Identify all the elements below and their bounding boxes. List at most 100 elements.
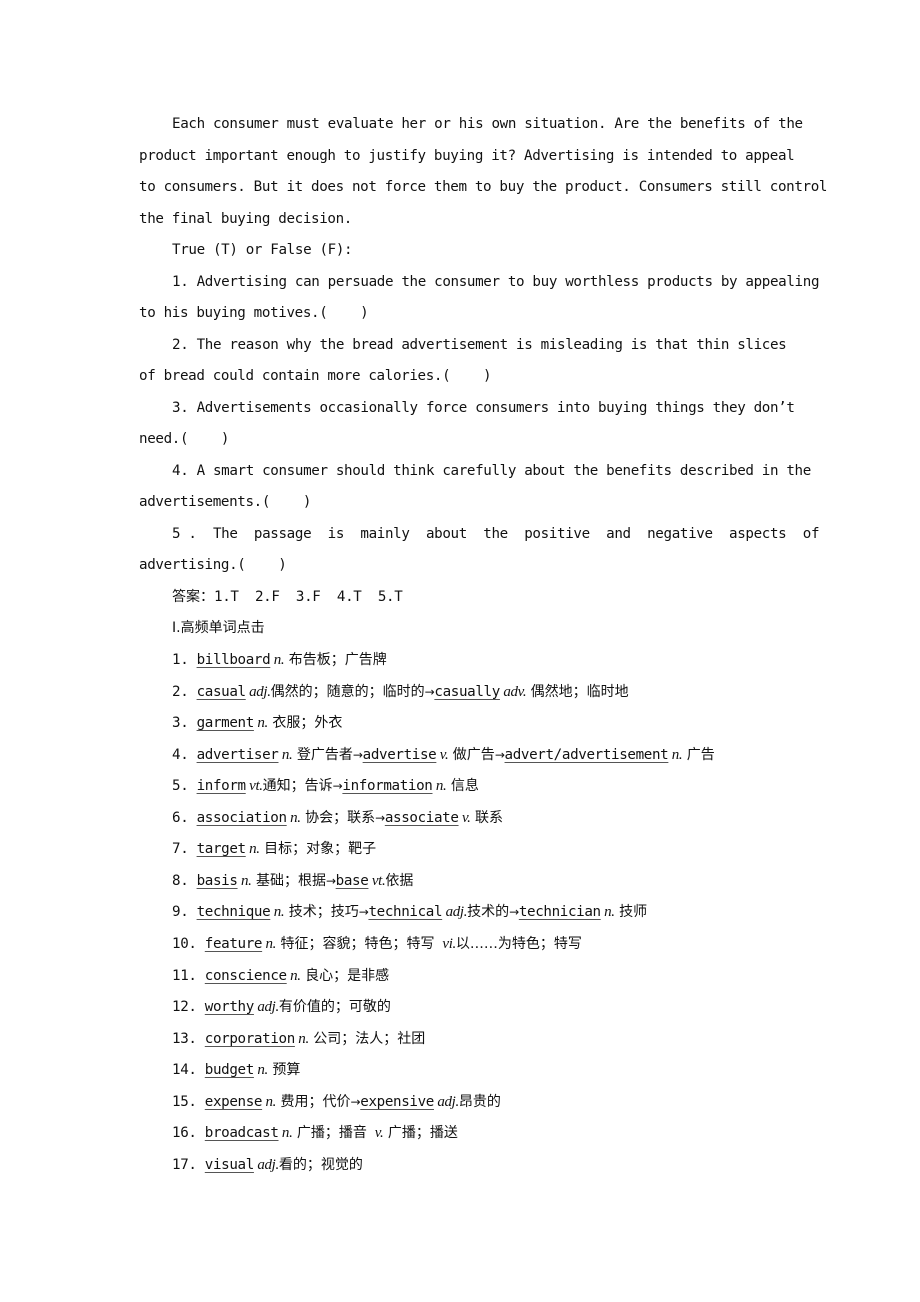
- vocab-number: 3.: [172, 715, 197, 732]
- meaning: 广播；播音: [292, 1125, 372, 1142]
- part-of-speech: adj.: [433, 1093, 459, 1110]
- arrow-icon: →: [350, 1094, 361, 1109]
- answer-values: 1.T 2.F 3.F 4.T 5.T: [214, 589, 403, 605]
- meaning: 有价值的；可敬的: [278, 999, 391, 1016]
- meaning: 费用；代价: [276, 1093, 351, 1110]
- vocab-word: budget: [204, 1062, 255, 1079]
- meaning: 联系: [470, 809, 503, 826]
- meaning: 依据: [385, 872, 414, 889]
- part-of-speech: v.: [436, 746, 449, 763]
- meaning: 技术；技巧: [284, 904, 359, 921]
- vocab-number: 8.: [172, 872, 197, 889]
- vocab-word: visual: [204, 1156, 255, 1173]
- meaning: 布告板；广告牌: [284, 652, 387, 668]
- vocab-word: expensive: [360, 1093, 434, 1110]
- vocab-word: expense: [204, 1093, 263, 1110]
- vocab-word: technician: [518, 904, 601, 921]
- question-5-line-2: advertising.( ): [139, 557, 287, 573]
- vocab-word: worthy: [204, 999, 255, 1016]
- meaning: 技术的: [467, 904, 510, 921]
- vocab-word: technical: [368, 904, 443, 921]
- vocab-word: billboard: [196, 652, 271, 668]
- part-of-speech: n.: [294, 1030, 309, 1047]
- arrow-icon: →: [358, 905, 369, 920]
- vocab-word: corporation: [204, 1030, 295, 1047]
- vocab-number: 13.: [172, 1030, 205, 1047]
- vocab-word: base: [335, 872, 369, 889]
- arrow-icon: →: [332, 779, 343, 794]
- vocab-word: feature: [204, 935, 263, 952]
- passage-line: to consumers. But it does not force them…: [139, 179, 828, 195]
- meaning: 偶然的；随意的；临时的: [270, 683, 425, 700]
- vocab-number: 12.: [172, 999, 205, 1016]
- vocab-word: information: [342, 778, 433, 795]
- vocab-word: advertise: [362, 746, 437, 763]
- vocab-item: 12. worthy adj.有价值的；可敬的: [172, 997, 391, 1017]
- part-of-speech: n.: [237, 872, 252, 889]
- meaning: 偶然地；临时地: [526, 683, 629, 700]
- part-of-speech: n.: [286, 967, 301, 984]
- question-2-line-1: 2. The reason why the bread advertisemen…: [172, 337, 787, 353]
- part-of-speech: v.: [458, 809, 471, 826]
- vocab-item: 6. association n. 协会；联系→associate v. 联系: [172, 808, 503, 828]
- meaning: 做广告: [448, 746, 495, 763]
- vocab-item: 13. corporation n. 公司；法人；社团: [172, 1029, 425, 1049]
- part-of-speech: adv.: [499, 683, 527, 700]
- answer-key: 答案：1.T 2.F 3.F 4.T 5.T: [172, 587, 403, 607]
- meaning: 协会；联系: [300, 809, 376, 826]
- vocab-number: 15.: [172, 1093, 205, 1110]
- meaning: 技师: [614, 904, 648, 921]
- vocab-item: 4. advertiser n. 登广告者→advertise v. 做广告→a…: [172, 745, 715, 765]
- vocab-word: advertiser: [196, 746, 279, 763]
- vocab-item: 8. basis n. 基础；根据→base vt.依据: [172, 871, 413, 891]
- meaning: 基础；根据: [251, 872, 326, 889]
- vocab-item: 14. budget n. 预算: [172, 1060, 300, 1080]
- part-of-speech: adj.: [253, 999, 279, 1016]
- part-of-speech: vt.: [368, 872, 386, 889]
- vocab-item: 15. expense n. 费用；代价→expensive adj.昂贵的: [172, 1092, 501, 1112]
- meaning: 以……为特色；特写: [455, 935, 582, 952]
- vocab-number: 5.: [172, 778, 197, 795]
- meaning: 登广告者: [292, 746, 353, 763]
- part-of-speech: adj.: [253, 1156, 279, 1173]
- part-of-speech: n.: [278, 746, 293, 763]
- arrow-icon: →: [509, 905, 519, 920]
- part-of-speech: n.: [262, 1093, 277, 1110]
- meaning: 通知；告诉: [262, 778, 333, 795]
- meaning: 公司；法人；社团: [308, 1030, 426, 1047]
- arrow-icon: →: [352, 747, 363, 762]
- arrow-icon: →: [424, 684, 435, 699]
- vocab-word: inform: [196, 778, 247, 795]
- vocab-number: 7.: [172, 841, 197, 858]
- meaning: 看的；视觉的: [278, 1156, 363, 1173]
- question-1-line-1: 1. Advertising can persuade the consumer…: [172, 274, 820, 290]
- exercise-heading: True (T) or False (F):: [172, 242, 353, 258]
- part-of-speech: vi.: [438, 935, 456, 952]
- vocab-number: 14.: [172, 1062, 205, 1079]
- vocab-item: 7. target n. 目标；对象；靶子: [172, 839, 376, 859]
- question-3-line-1: 3. Advertisements occasionally force con…: [172, 400, 795, 416]
- section-title: Ⅰ.高频单词点击: [172, 620, 265, 636]
- vocab-item: 16. broadcast n. 广播；播音 v. 广播；播送: [172, 1123, 458, 1143]
- vocab-item: 17. visual adj.看的；视觉的: [172, 1155, 363, 1175]
- passage-line: Each consumer must evaluate her or his o…: [172, 116, 803, 132]
- vocab-number: 17.: [172, 1156, 205, 1173]
- passage-line: product important enough to justify buyi…: [139, 148, 795, 164]
- part-of-speech: n.: [245, 841, 260, 858]
- question-1-line-2: to his buying motives.( ): [139, 305, 369, 321]
- meaning: 广播；播送: [383, 1125, 458, 1142]
- vocab-number: 9.: [172, 904, 197, 921]
- vocab-item: 2. casual adj.偶然的；随意的；临时的→casually adv. …: [172, 682, 629, 702]
- part-of-speech: n.: [278, 1125, 293, 1142]
- question-4-line-2: advertisements.( ): [139, 494, 312, 510]
- question-5-line-1: 5 . The passage is mainly about the posi…: [172, 526, 820, 542]
- meaning: 特征；容貌；特色；特写: [276, 935, 439, 952]
- answer-label: 答案：: [172, 589, 214, 605]
- part-of-speech: v.: [371, 1125, 384, 1142]
- vocab-item: 1. billboard n. 布告板；广告牌: [172, 650, 387, 670]
- part-of-speech: adj.: [245, 683, 271, 700]
- vocab-number: 16.: [172, 1125, 205, 1142]
- arrow-icon: →: [375, 810, 385, 825]
- vocab-word: broadcast: [204, 1125, 279, 1142]
- question-3-line-2: need.( ): [139, 431, 230, 447]
